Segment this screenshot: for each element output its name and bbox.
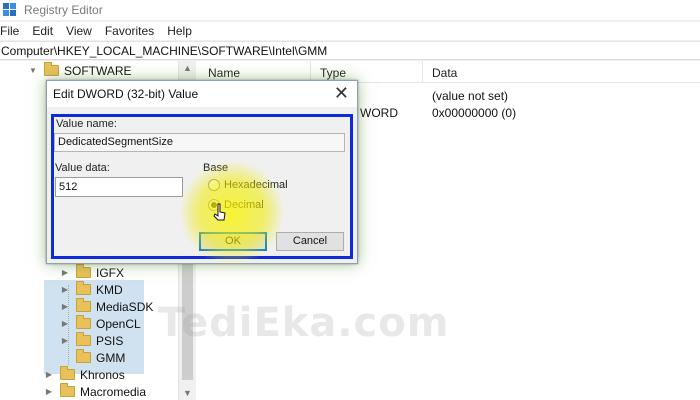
value-data-label: Value data: bbox=[55, 162, 110, 174]
tree-item-label: SOFTWARE bbox=[64, 63, 132, 78]
folder-icon bbox=[76, 281, 91, 295]
menu-file[interactable]: File bbox=[0, 24, 19, 38]
list-cell-data[interactable]: 0x00000000 (0) bbox=[432, 106, 516, 120]
value-name-field[interactable]: DedicatedSegmentSize bbox=[54, 133, 345, 152]
tree-item-label: MediaSDK bbox=[96, 299, 154, 314]
tree-item-igfx[interactable]: ▶ IGFX bbox=[60, 264, 124, 281]
folder-icon bbox=[76, 264, 91, 278]
expand-icon[interactable]: ▶ bbox=[60, 319, 70, 328]
hexadecimal-label[interactable]: Hexadecimal bbox=[224, 179, 288, 191]
hexadecimal-radio[interactable] bbox=[208, 179, 220, 191]
tree-item-label: KMD bbox=[96, 282, 123, 297]
tree-item-opencl[interactable]: ▶ OpenCL bbox=[60, 315, 141, 332]
tree-item-label: GMM bbox=[96, 350, 126, 365]
folder-icon bbox=[76, 332, 91, 346]
column-divider[interactable] bbox=[422, 61, 423, 83]
column-header-type[interactable]: Type bbox=[320, 66, 346, 80]
list-cell-data[interactable]: (value not set) bbox=[432, 89, 508, 103]
close-icon[interactable]: ✕ bbox=[334, 83, 349, 103]
scroll-up-icon[interactable]: ▲ bbox=[179, 63, 196, 73]
tree-item-macromedia[interactable]: ▶ Macromedia bbox=[44, 383, 146, 400]
tree-item-gmm[interactable]: GMM bbox=[60, 349, 125, 366]
menu-bar: File Edit View Favorites Help bbox=[0, 22, 700, 40]
dialog-title: Edit DWORD (32-bit) Value bbox=[53, 87, 199, 101]
tree-item-label: OpenCL bbox=[96, 316, 141, 331]
dialog-titlebar: Edit DWORD (32-bit) Value ✕ bbox=[47, 81, 357, 107]
column-header-name[interactable]: Name bbox=[208, 66, 240, 80]
folder-icon bbox=[44, 62, 59, 76]
expand-icon[interactable]: ▶ bbox=[60, 268, 70, 277]
folder-icon bbox=[76, 349, 91, 363]
expand-icon[interactable]: ▶ bbox=[60, 285, 70, 294]
menu-help[interactable]: Help bbox=[167, 24, 192, 38]
window-title: Registry Editor bbox=[24, 3, 103, 17]
expand-icon[interactable]: ▶ bbox=[60, 336, 70, 345]
menu-view[interactable]: View bbox=[66, 24, 92, 38]
folder-icon bbox=[76, 315, 91, 329]
tree-item-psis[interactable]: ▶ PSIS bbox=[60, 332, 123, 349]
base-group-label: Base bbox=[203, 162, 229, 174]
ok-button[interactable]: OK bbox=[199, 232, 267, 251]
window-titlebar: Registry Editor bbox=[0, 0, 700, 20]
collapse-icon[interactable]: ▼ bbox=[28, 66, 38, 75]
tree-item-label: Macromedia bbox=[80, 384, 147, 399]
registry-editor-icon bbox=[3, 3, 17, 17]
folder-icon bbox=[60, 366, 75, 380]
scroll-down-icon[interactable]: ▼ bbox=[179, 388, 196, 398]
decimal-label[interactable]: Decimal bbox=[224, 199, 264, 211]
folder-icon bbox=[76, 298, 91, 312]
tree-item-mediasdk[interactable]: ▶ MediaSDK bbox=[60, 298, 153, 315]
menu-edit[interactable]: Edit bbox=[32, 24, 53, 38]
expand-icon[interactable]: ▶ bbox=[44, 387, 54, 396]
list-cell-type[interactable]: WORD bbox=[360, 106, 398, 120]
watermark-text: TediEka.com bbox=[158, 300, 450, 346]
cancel-button[interactable]: Cancel bbox=[276, 232, 344, 251]
value-name-label: Value name: bbox=[56, 118, 117, 130]
expand-icon[interactable]: ▶ bbox=[60, 302, 70, 311]
folder-icon bbox=[60, 383, 75, 397]
tree-item-label: Khronos bbox=[80, 367, 125, 382]
tree-item-kmd[interactable]: ▶ KMD bbox=[60, 281, 123, 298]
decimal-radio[interactable] bbox=[208, 199, 220, 211]
tree-item-khronos[interactable]: ▶ Khronos bbox=[44, 366, 125, 383]
expand-icon[interactable]: ▶ bbox=[44, 370, 54, 379]
tree-item-software[interactable]: ▼ SOFTWARE bbox=[28, 62, 132, 79]
tree-item-label: IGFX bbox=[96, 265, 125, 280]
value-data-input[interactable]: 512 bbox=[55, 177, 183, 197]
address-bar[interactable]: Computer\HKEY_LOCAL_MACHINE\SOFTWARE\Int… bbox=[0, 41, 700, 60]
edit-dword-dialog: Edit DWORD (32-bit) Value ✕ Value name: … bbox=[46, 80, 358, 264]
menu-favorites[interactable]: Favorites bbox=[105, 24, 154, 38]
column-header-data[interactable]: Data bbox=[432, 66, 457, 80]
tree-item-label: PSIS bbox=[96, 333, 124, 348]
